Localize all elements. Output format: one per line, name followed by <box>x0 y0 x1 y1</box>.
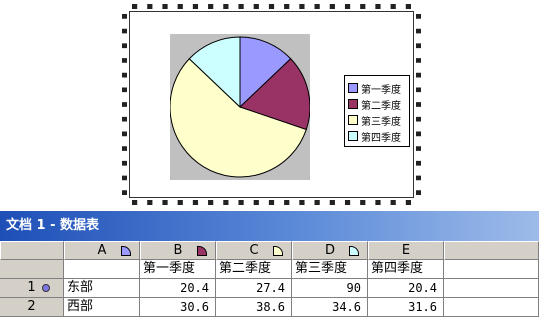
legend-swatch <box>348 83 358 93</box>
series-name-cell[interactable]: 第四季度 <box>368 260 444 279</box>
datasheet-window: 文档 1 - 数据表 A B C D E 第一季度 第二季度 第三季度 第四季度… <box>0 211 539 317</box>
pie-chart[interactable] <box>169 34 311 180</box>
column-header-e[interactable]: E <box>368 241 444 260</box>
chart-legend[interactable]: 第一季度 第二季度 第三季度 第四季度 <box>344 75 410 147</box>
legend-item: 第四季度 <box>348 128 409 144</box>
legend-swatch <box>348 131 358 141</box>
table-row: 2 西部 30.6 38.6 34.6 31.6 <box>0 298 539 317</box>
data-cell[interactable]: 20.4 <box>368 279 444 298</box>
series-name-cell[interactable]: 第一季度 <box>140 260 216 279</box>
legend-item: 第二季度 <box>348 96 409 112</box>
row-label-cell[interactable]: 东部 <box>64 279 140 298</box>
empty-cell[interactable] <box>444 260 539 279</box>
chart-area[interactable]: 第一季度 第二季度 第三季度 第四季度 <box>129 11 414 198</box>
series-pie-icon <box>121 246 131 256</box>
series-pie-icon <box>273 246 283 256</box>
legend-label: 第一季度 <box>361 84 401 96</box>
pie-series-icon <box>42 284 50 292</box>
row-number: 1 <box>27 280 36 295</box>
table-row: 1 东部 20.4 27.4 90 20.4 <box>0 279 539 298</box>
data-cell[interactable]: 31.6 <box>368 298 444 317</box>
legend-item: 第一季度 <box>348 80 409 96</box>
column-letter: E <box>401 243 411 258</box>
legend-label: 第四季度 <box>361 132 401 144</box>
legend-label: 第三季度 <box>361 116 401 128</box>
column-header-b[interactable]: B <box>140 241 216 260</box>
row-header[interactable]: 2 <box>0 298 64 317</box>
column-letter: D <box>324 243 335 258</box>
row-number: 2 <box>27 299 36 314</box>
series-pie-icon <box>197 246 207 256</box>
chart-object-frame[interactable]: 第一季度 第二季度 第三季度 第四季度 <box>122 4 421 205</box>
row-header-blank[interactable] <box>0 260 64 279</box>
series-header-row: 第一季度 第二季度 第三季度 第四季度 <box>0 260 539 279</box>
data-cell[interactable]: 34.6 <box>292 298 368 317</box>
series-pie-icon <box>349 246 359 256</box>
data-cell[interactable]: 20.4 <box>140 279 216 298</box>
column-header-c[interactable]: C <box>216 241 292 260</box>
select-all-corner[interactable] <box>0 241 64 260</box>
row-label-cell[interactable]: 西部 <box>64 298 140 317</box>
column-letter: B <box>173 243 183 258</box>
row-header[interactable]: 1 <box>0 279 64 298</box>
column-header-d[interactable]: D <box>292 241 368 260</box>
column-header-row: A B C D E <box>0 241 539 260</box>
legend-label: 第二季度 <box>361 100 401 112</box>
series-name-cell[interactable]: 第三季度 <box>292 260 368 279</box>
data-cell[interactable]: 90 <box>292 279 368 298</box>
empty-cell[interactable] <box>444 279 539 298</box>
series-name-cell[interactable]: 第二季度 <box>216 260 292 279</box>
legend-item: 第三季度 <box>348 112 409 128</box>
column-letter: A <box>97 243 107 258</box>
column-letter: C <box>249 243 259 258</box>
empty-cell[interactable] <box>444 298 539 317</box>
legend-swatch <box>348 115 358 125</box>
data-cell[interactable]: 38.6 <box>216 298 292 317</box>
column-header-a[interactable]: A <box>64 241 140 260</box>
plot-area[interactable] <box>169 34 311 180</box>
column-header-f[interactable] <box>444 241 539 260</box>
datasheet-title-bar[interactable]: 文档 1 - 数据表 <box>0 211 539 241</box>
legend-swatch <box>348 99 358 109</box>
data-cell[interactable]: 27.4 <box>216 279 292 298</box>
cell-corner[interactable] <box>64 260 140 279</box>
data-cell[interactable]: 30.6 <box>140 298 216 317</box>
